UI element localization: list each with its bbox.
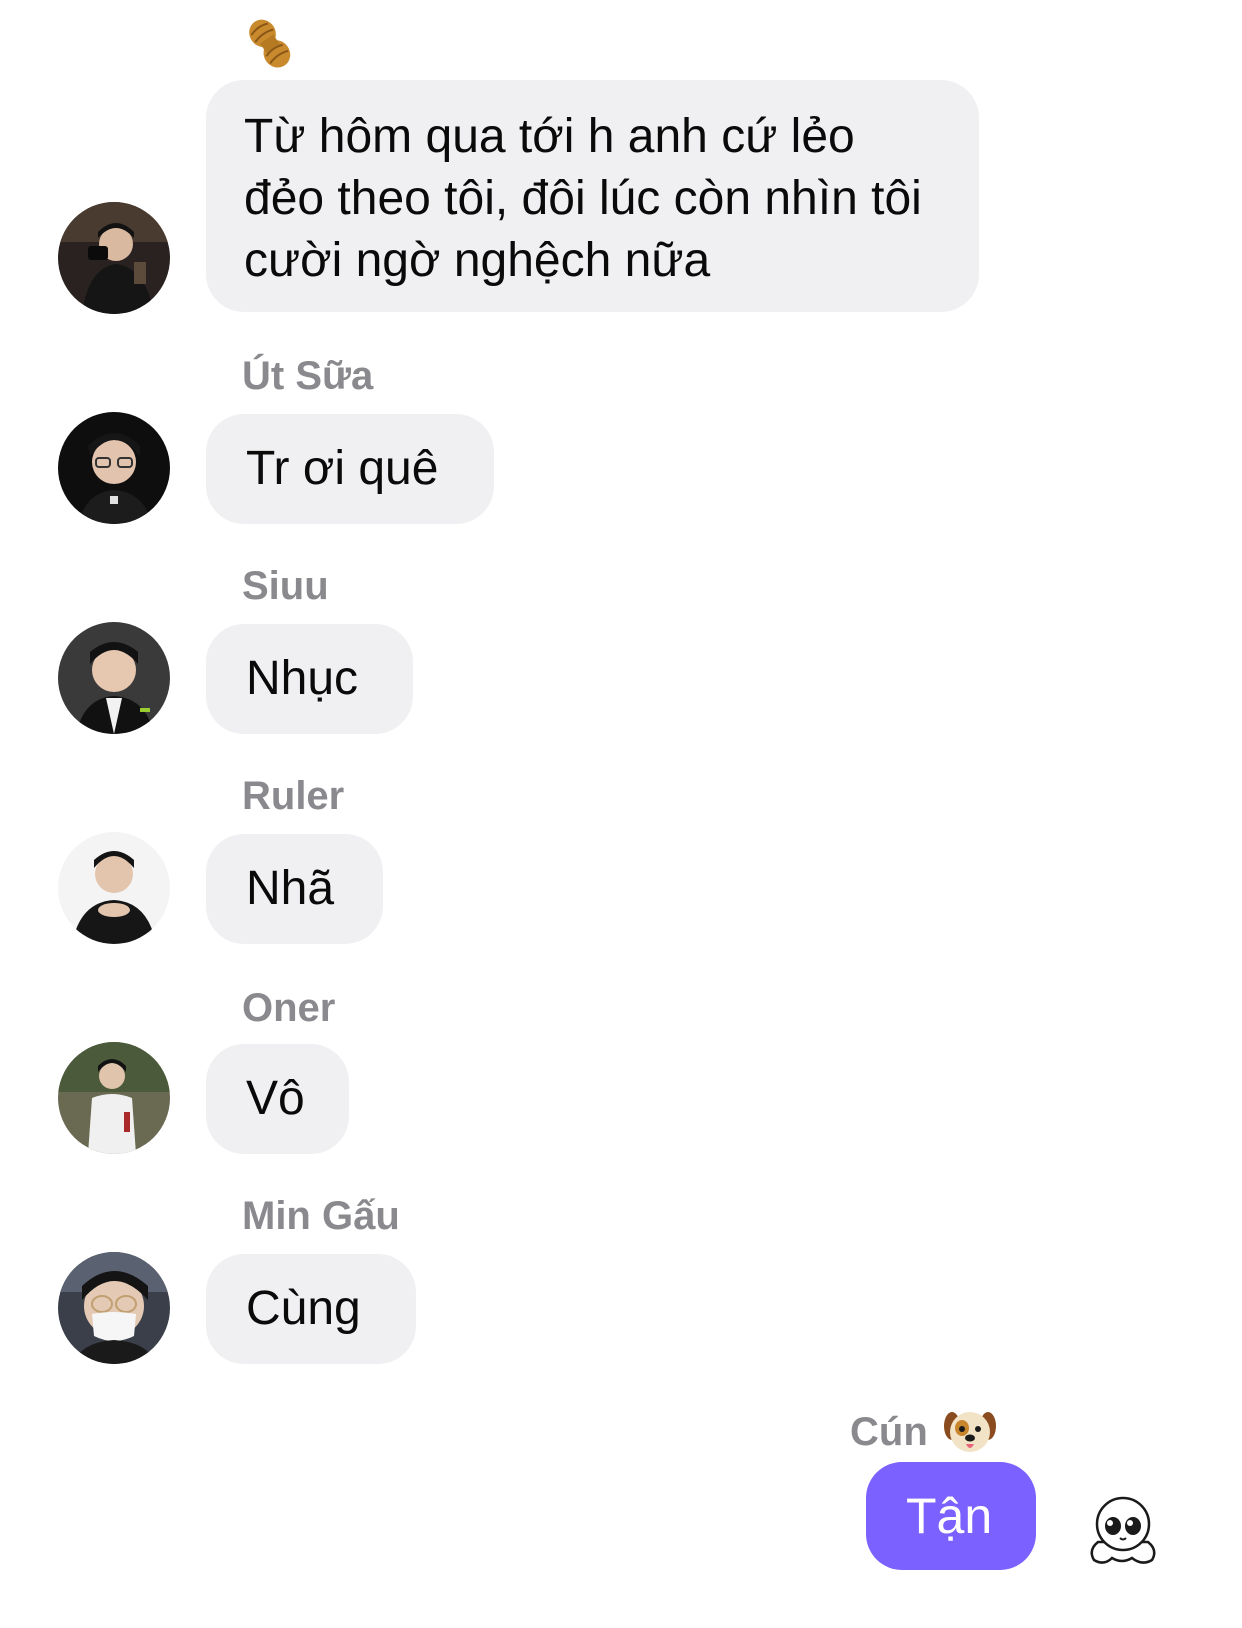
avatar-sender-1[interactable] [58, 202, 170, 314]
sender-name: Út Sữa [242, 354, 374, 398]
my-message-bubble[interactable]: Tận [866, 1462, 1036, 1570]
message-text: Nhục [246, 652, 359, 705]
sender-row: Oner [242, 978, 405, 1038]
sticker-avatar-icon[interactable] [1084, 1490, 1162, 1568]
message-text: Vô [246, 1072, 305, 1125]
message-bubble[interactable]: Vô [206, 1044, 349, 1154]
avatar-sender-6[interactable] [58, 1252, 170, 1364]
avatar-sender-5[interactable] [58, 1042, 170, 1154]
message-text: Từ hôm qua tới h anh cứ lẻo đẻo theo tôi… [244, 110, 922, 287]
avatar-sender-2[interactable] [58, 412, 170, 524]
message-text: Nhã [246, 862, 335, 915]
dog-face-emoji-icon [942, 1404, 998, 1460]
my-sender-name: Cún [850, 1410, 928, 1454]
message-bubble[interactable]: Từ hôm qua tới h anh cứ lẻo đẻo theo tôi… [206, 80, 979, 312]
message-bubble[interactable]: Tr ơi quê [206, 414, 494, 524]
crescent-moon-emoji-icon [349, 980, 405, 1036]
sender-name: Siuu [242, 564, 329, 608]
sender-name: Ruler [242, 774, 345, 818]
my-sender-row: Cún [850, 1402, 998, 1462]
avatar-sender-4[interactable] [58, 832, 170, 944]
message-bubble[interactable]: Nhã [206, 834, 383, 944]
peanut-emoji-icon [242, 16, 298, 72]
sender-name: Oner [242, 986, 336, 1030]
message-text: Tr ơi quê [246, 442, 439, 495]
message-bubble[interactable]: Nhục [206, 624, 413, 734]
message-bubble[interactable]: Cùng [206, 1254, 416, 1364]
message-text: Cùng [246, 1282, 361, 1335]
sender-name: Min Gấu [242, 1194, 400, 1238]
avatar-sender-3[interactable] [58, 622, 170, 734]
my-message-text: Tận [906, 1488, 993, 1544]
